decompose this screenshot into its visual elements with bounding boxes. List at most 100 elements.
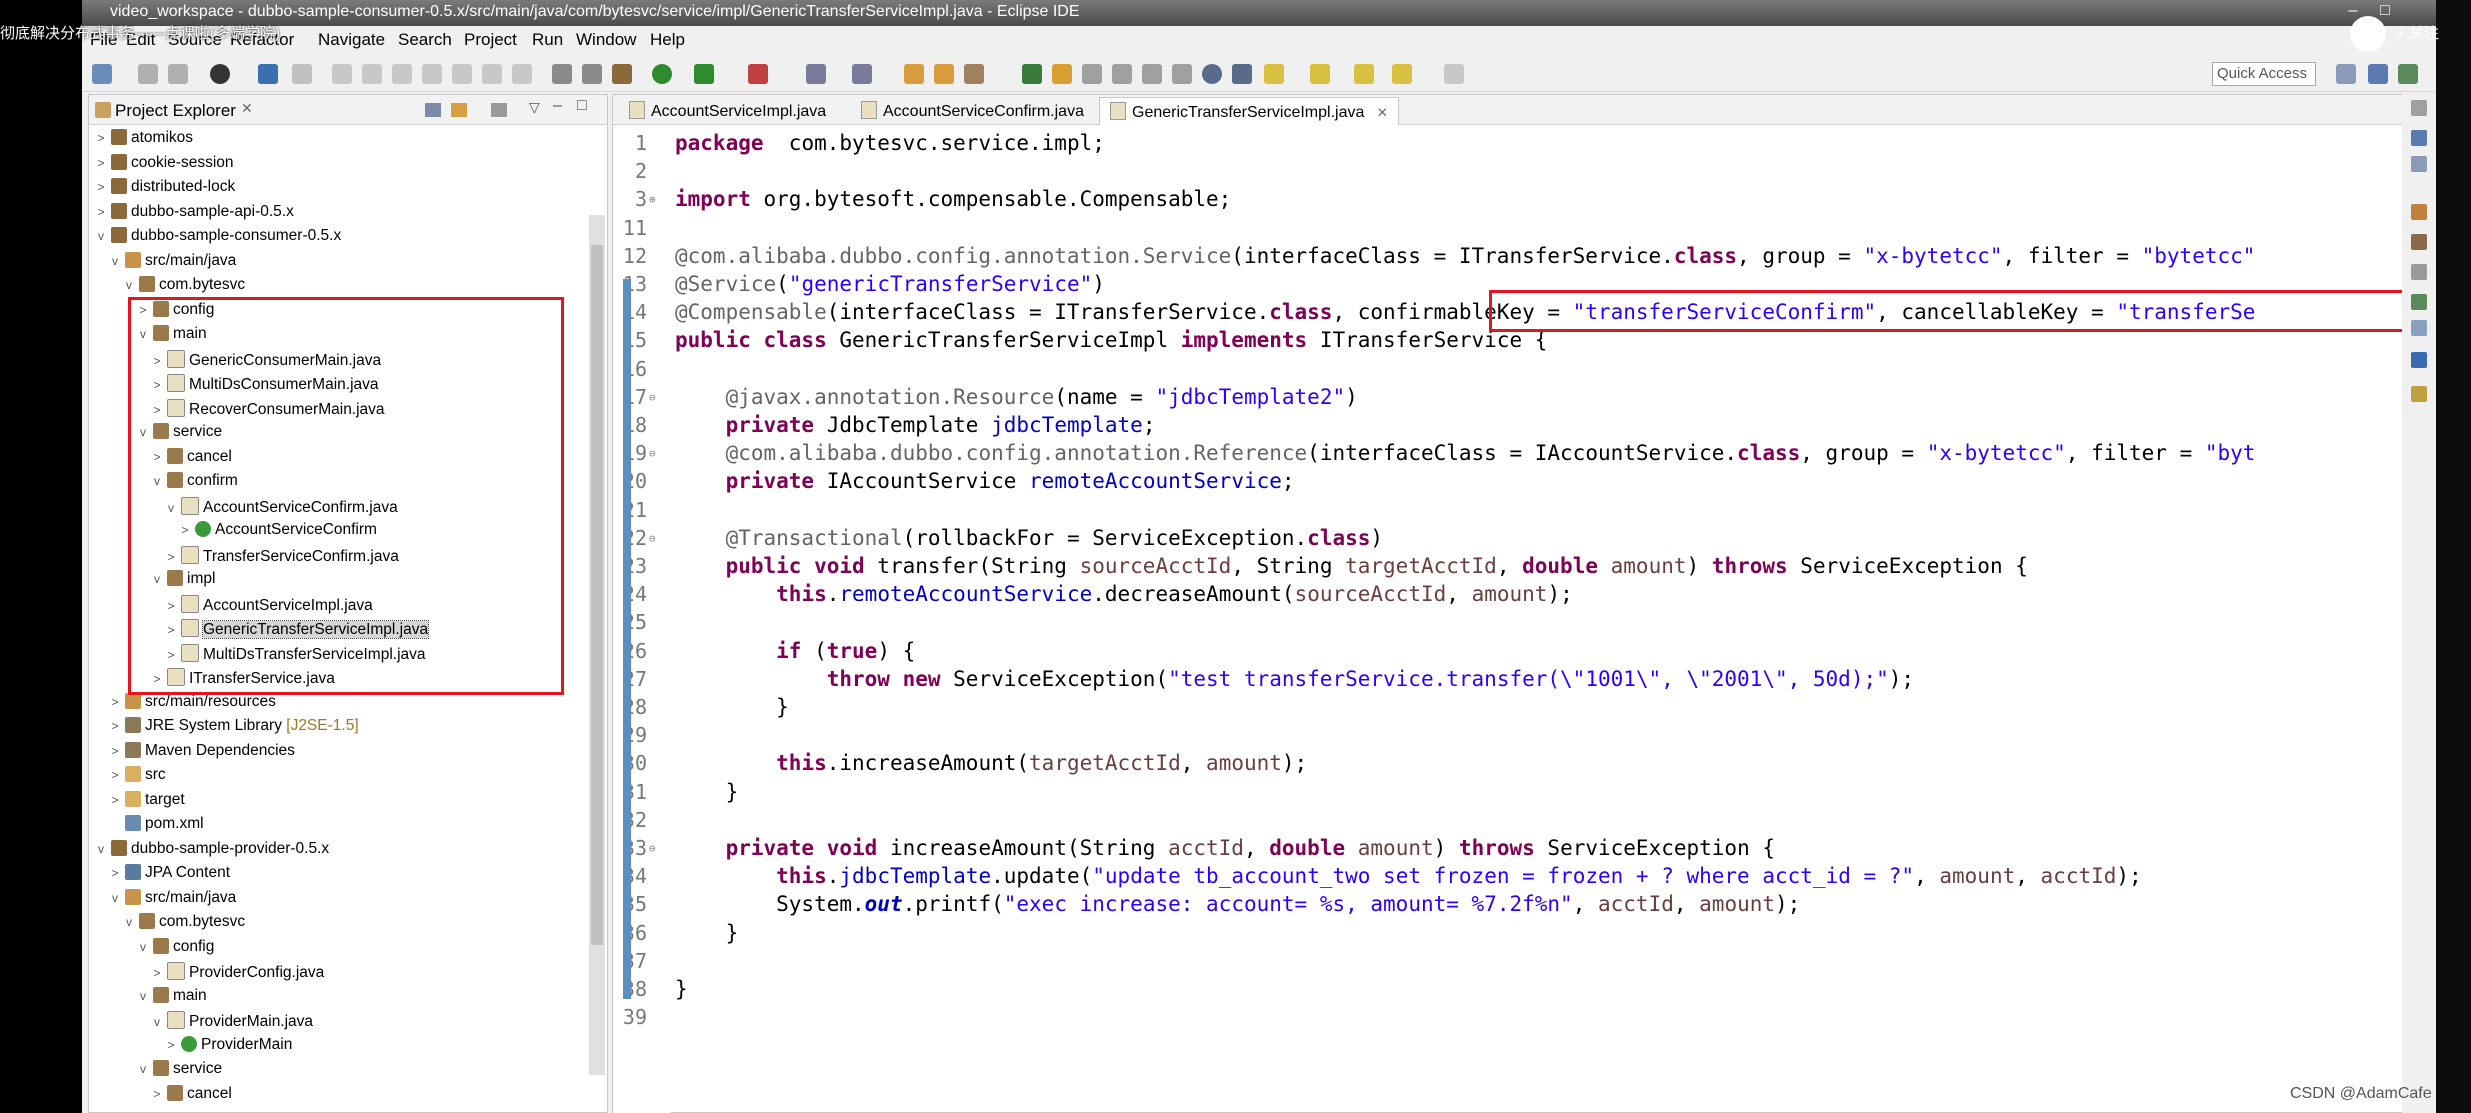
toggle-mark-icon[interactable] (1052, 64, 1072, 84)
chevron-right-icon[interactable]: > (163, 1038, 179, 1052)
restore-icon[interactable] (2411, 100, 2427, 116)
code-line[interactable]: @javax.annotation.Resource(name = "jdbcT… (675, 383, 1358, 411)
tree-item[interactable]: v main (135, 986, 207, 1011)
chevron-down-icon[interactable]: v (93, 229, 109, 243)
chevron-right-icon[interactable]: > (107, 744, 123, 758)
chevron-down-icon[interactable]: v (107, 254, 123, 268)
problems-icon[interactable] (2411, 204, 2427, 220)
project-explorer-tab[interactable]: Project Explorer ✕ ▽ – □ (89, 95, 607, 125)
code-line[interactable]: this.remoteAccountService.decreaseAmount… (675, 580, 1573, 608)
code-line[interactable]: private IAccountService remoteAccountSer… (675, 467, 1295, 495)
avatar[interactable] (2350, 16, 2386, 52)
disconnect-icon[interactable] (422, 64, 442, 84)
chevron-down-icon[interactable]: v (121, 915, 137, 929)
java-ee-perspective-icon[interactable] (2368, 64, 2388, 84)
tree-item[interactable]: > JPA Content (107, 864, 230, 888)
new-java-project-icon[interactable] (806, 64, 826, 84)
chevron-right-icon[interactable]: > (107, 866, 123, 880)
view-menu-icon[interactable]: ▽ (529, 99, 540, 116)
terminal-icon[interactable] (258, 64, 278, 84)
chevron-right-icon[interactable]: > (93, 205, 109, 219)
step-over-icon[interactable] (482, 64, 502, 84)
data-source-icon[interactable] (2411, 320, 2427, 336)
task-list-icon[interactable] (2411, 156, 2427, 172)
chevron-right-icon[interactable]: > (93, 156, 109, 170)
debug-run-icon[interactable] (612, 64, 632, 84)
code-line[interactable]: } (675, 919, 739, 947)
code-line[interactable]: import org.bytesoft.compensable.Compensa… (675, 185, 1231, 213)
java-perspective-icon[interactable] (2398, 64, 2418, 84)
chevron-down-icon[interactable]: v (107, 891, 123, 905)
menu-search[interactable]: Search (398, 30, 452, 50)
skip-breakpoints-icon[interactable] (292, 64, 312, 84)
code-line[interactable]: this.increaseAmount(targetAcctId, amount… (675, 749, 1307, 777)
tools-icon[interactable] (582, 64, 602, 84)
link-with-editor-icon[interactable] (451, 103, 467, 117)
run-icon[interactable] (652, 64, 672, 84)
tree-item[interactable]: v src/main/java (107, 251, 236, 276)
open-task-icon[interactable] (934, 64, 954, 84)
tree-item[interactable]: > ProviderMain (163, 1035, 292, 1060)
menu-window[interactable]: Window (576, 30, 636, 50)
link-icon[interactable] (1232, 64, 1252, 84)
tree-item[interactable]: v service (135, 1060, 222, 1084)
chevron-right-icon[interactable]: > (93, 180, 109, 194)
tree-item[interactable]: > src (107, 766, 166, 790)
resume-icon[interactable] (332, 64, 352, 84)
code-line[interactable]: @com.alibaba.dubbo.config.annotation.Ser… (675, 242, 2255, 270)
tree-item[interactable]: > target (107, 790, 185, 815)
open-type-icon[interactable] (904, 64, 924, 84)
code-line[interactable]: @Service("genericTransferService") (675, 270, 1105, 298)
next-annotation-icon[interactable] (1264, 64, 1284, 84)
chevron-right-icon[interactable]: > (107, 695, 123, 709)
chevron-right-icon[interactable]: > (149, 1087, 165, 1101)
step-return-icon[interactable] (512, 64, 532, 84)
code-line[interactable]: private void increaseAmount(String acctI… (675, 834, 1775, 862)
junit-icon[interactable] (2411, 386, 2427, 402)
chevron-right-icon[interactable]: > (107, 768, 123, 782)
tree-item[interactable]: > cookie-session (93, 153, 234, 178)
menu-project[interactable]: Project (464, 30, 517, 50)
code-line[interactable]: @Transactional(rollbackFor = ServiceExce… (675, 524, 1383, 552)
console-icon[interactable] (2411, 352, 2427, 368)
code-area[interactable]: 1 2 3 ⊕ 11 12 13 14 15 16 17 ⊖ 18 19 ⊖ 20 21 22 ⊖ 23 24 25 26 2… (613, 125, 2435, 1113)
chevron-right-icon[interactable]: > (93, 131, 109, 145)
save-icon[interactable] (138, 64, 158, 84)
tree-item[interactable]: v com.bytesvc (121, 913, 245, 937)
code-line[interactable]: @com.alibaba.dubbo.config.annotation.Ref… (675, 439, 2256, 467)
maximize-view-icon[interactable]: □ (577, 97, 587, 115)
minimize-view-icon[interactable]: – (553, 97, 562, 115)
forward-icon[interactable] (1444, 64, 1464, 84)
code-line[interactable]: public class GenericTransferServiceImpl … (675, 326, 1547, 354)
tab-account-service-impl[interactable]: AccountServiceImpl.java (619, 97, 836, 125)
code-line[interactable]: private JdbcTemplate jdbcTemplate; (675, 411, 1156, 439)
save-all-icon[interactable] (168, 64, 188, 84)
menu-run[interactable]: Run (532, 30, 563, 50)
chevron-down-icon[interactable]: v (121, 278, 137, 292)
collapse-all-icon[interactable] (425, 103, 441, 117)
maximize-icon[interactable]: □ (2374, 2, 2396, 20)
external-tools-icon[interactable] (748, 64, 768, 84)
servers-icon[interactable] (2411, 294, 2427, 310)
filter-icon[interactable] (491, 103, 507, 117)
tree-item[interactable]: v src/main/java (107, 888, 236, 913)
tree-item[interactable]: > ProviderConfig.java (149, 962, 324, 986)
code-line[interactable]: } (675, 693, 789, 721)
tree-item[interactable]: > atomikos (93, 129, 193, 153)
code-line[interactable]: this.jdbcTemplate.update("update tb_acco… (675, 862, 2142, 890)
pilcrow-icon[interactable] (1172, 64, 1192, 84)
tree-item[interactable]: pom.xml (107, 815, 204, 839)
last-edit-icon[interactable] (1354, 64, 1374, 84)
menu-help[interactable]: Help (650, 30, 685, 50)
menu-navigate[interactable]: Navigate (318, 30, 385, 50)
new-icon[interactable] (92, 64, 112, 84)
tree-item[interactable]: > Maven Dependencies (107, 741, 295, 766)
word-wrap-icon[interactable] (1112, 64, 1132, 84)
prev-annotation-icon[interactable] (1310, 64, 1330, 84)
chevron-right-icon[interactable]: > (107, 719, 123, 733)
code-line[interactable]: public void transfer(String sourceAcctId… (675, 552, 2028, 580)
javadoc-icon[interactable] (2411, 234, 2427, 250)
code-line[interactable]: throw new ServiceException("test transfe… (675, 665, 1914, 693)
code-line[interactable]: System.out.printf("exec increase: accoun… (675, 890, 1800, 918)
close-icon[interactable]: ✕ (241, 100, 253, 117)
